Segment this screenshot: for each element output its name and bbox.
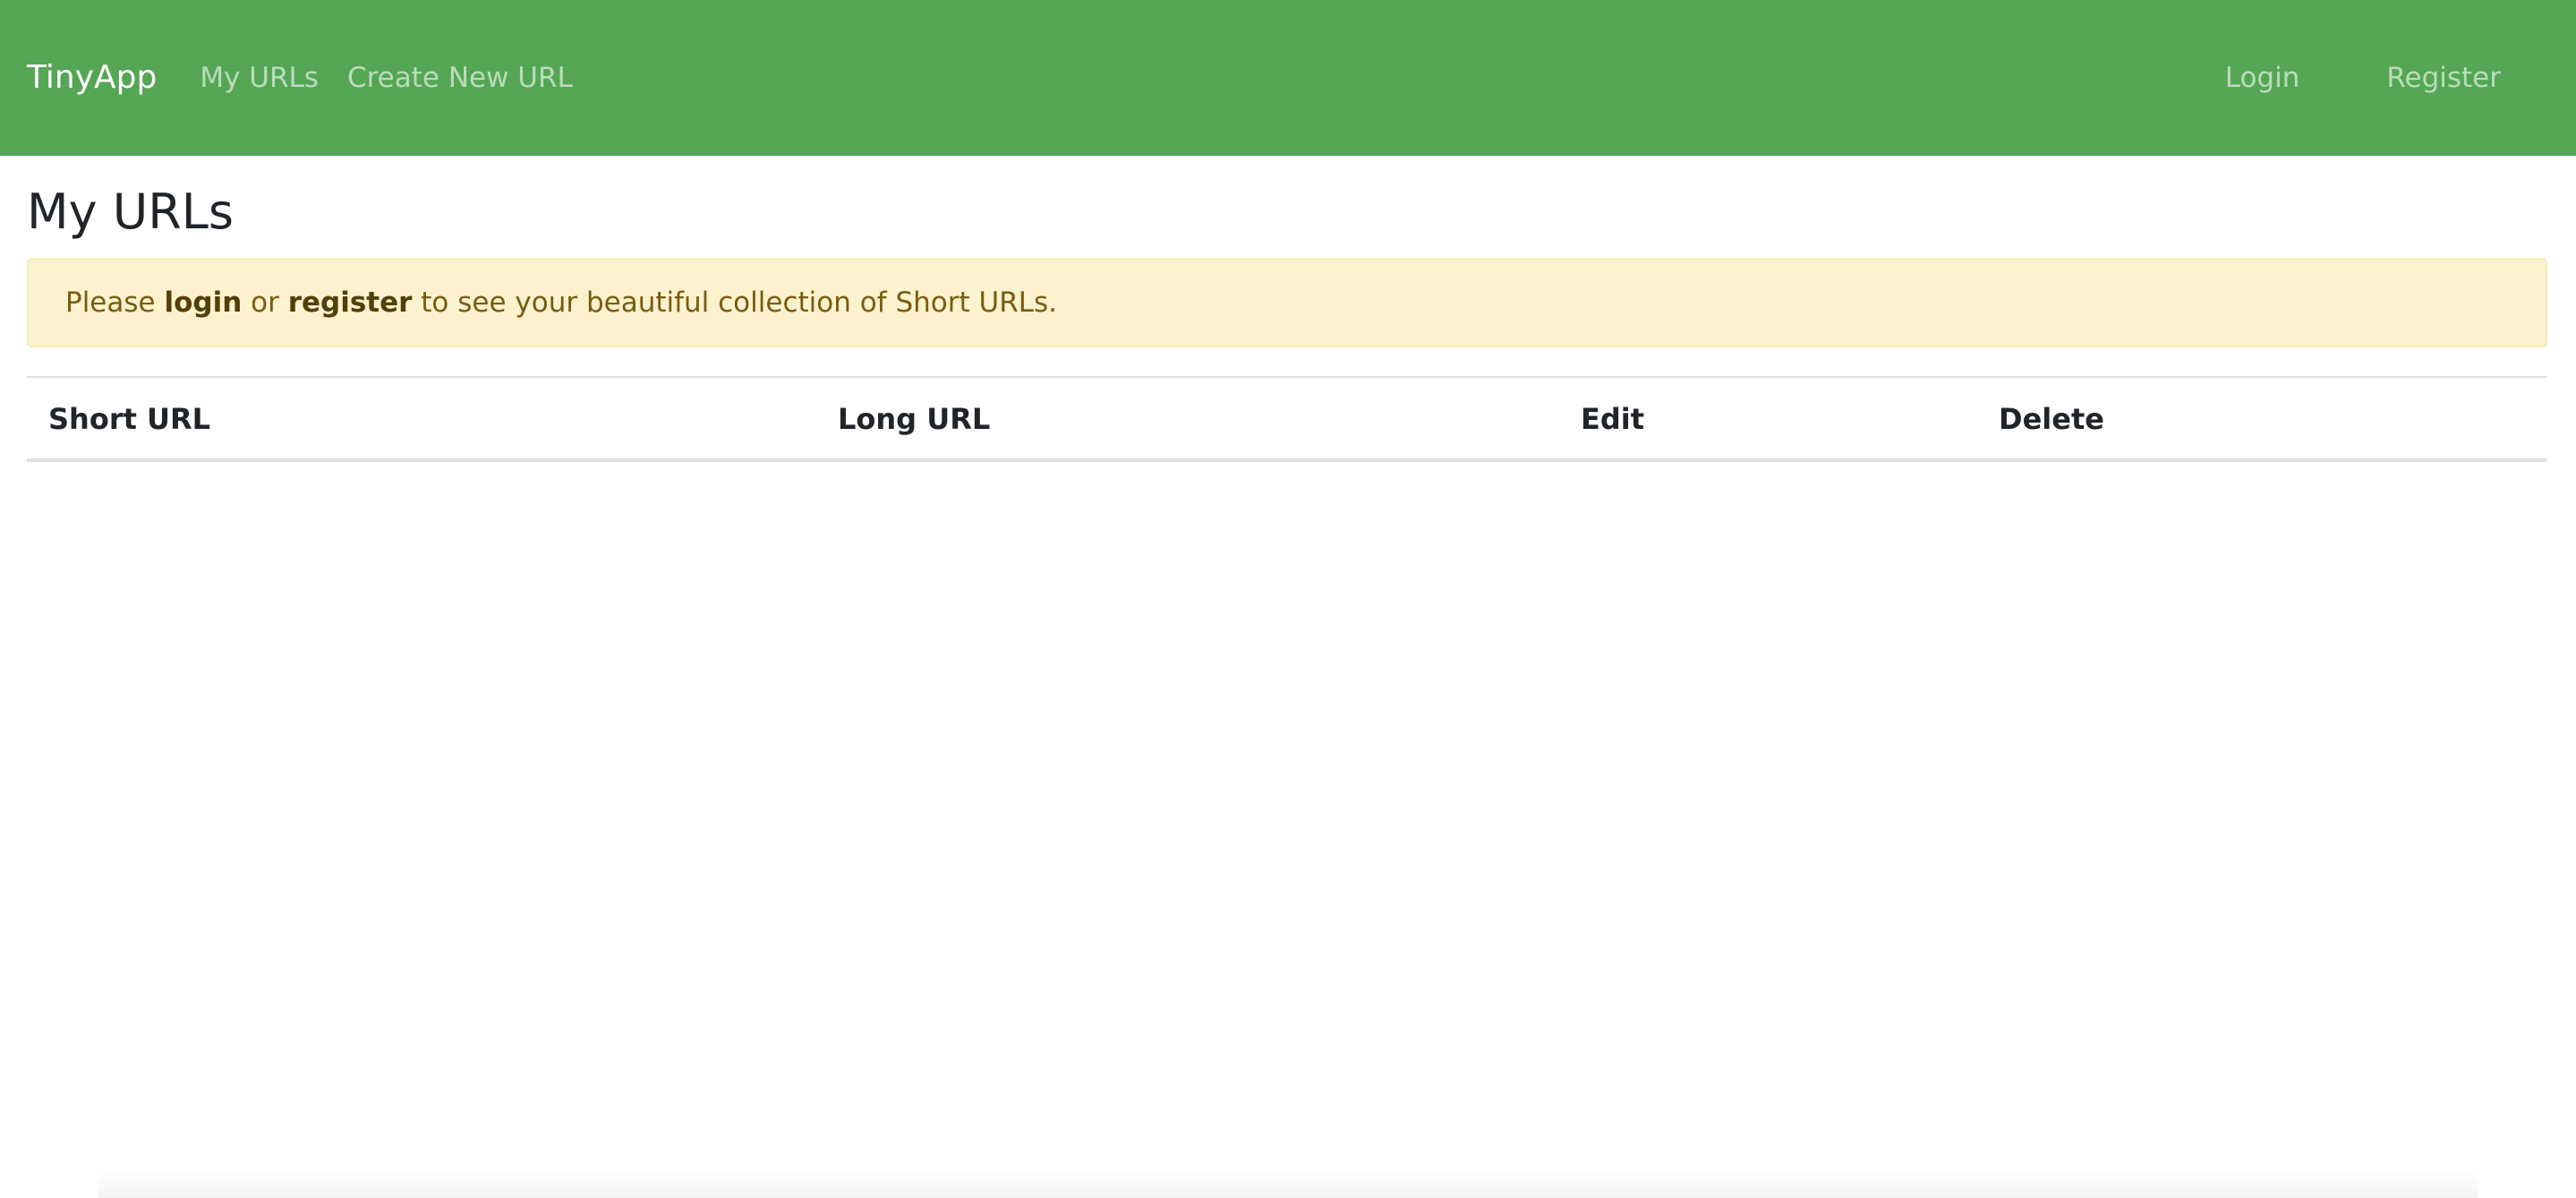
nav-left: My URLs Create New URL (200, 64, 601, 92)
column-header-long-url: Long URL (838, 402, 991, 436)
nav-right: Login Register (2138, 64, 2501, 92)
alert-login-text: login (164, 287, 243, 319)
login-alert: Please login or register to see your bea… (27, 258, 2547, 347)
bottom-shadow (98, 1169, 2478, 1198)
alert-text-suffix: to see your beautiful collection of Shor… (412, 287, 1058, 319)
nav-link-my-urls[interactable]: My URLs (200, 64, 319, 92)
nav-link-login[interactable]: Login (2225, 64, 2300, 92)
navbar: TinyApp My URLs Create New URL Login Reg… (0, 0, 2576, 156)
main-content: My URLs Please login or register to see … (27, 156, 2547, 462)
column-header-edit: Edit (1581, 402, 1645, 436)
alert-register-text: register (287, 287, 413, 319)
column-header-delete: Delete (1999, 402, 2104, 436)
alert-text-prefix: Please (65, 287, 165, 319)
column-header-short-url: Short URL (48, 402, 211, 436)
nav-link-register[interactable]: Register (2386, 64, 2501, 92)
urls-table: Short URL Long URL Edit Delete (27, 376, 2547, 462)
page-title: My URLs (27, 184, 234, 240)
brand-link[interactable]: TinyApp (27, 62, 157, 94)
nav-link-create-new-url[interactable]: Create New URL (347, 64, 573, 92)
alert-text-middle: or (242, 287, 288, 319)
